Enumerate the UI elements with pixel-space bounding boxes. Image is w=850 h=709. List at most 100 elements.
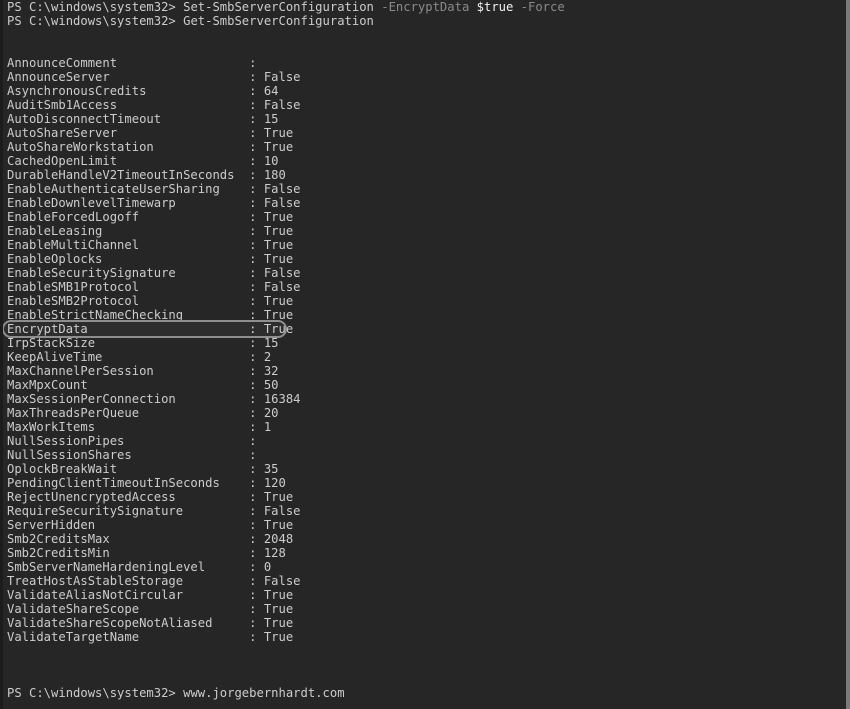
config-property-row: EnableDownlevelTimewarp : False — [3, 196, 846, 210]
property-value: False — [263, 196, 301, 210]
property-name: RequireSecuritySignature — [7, 504, 250, 518]
command-line-1: PS C:\windows\system32> Set-SmbServerCon… — [3, 0, 846, 14]
property-name: EnableLeasing — [7, 224, 250, 238]
property-value: True — [263, 518, 294, 532]
config-property-row: SmbServerNameHardeningLevel : 0 — [3, 560, 846, 574]
property-value: True — [263, 630, 294, 644]
config-property-row: EnableForcedLogoff : True — [3, 210, 846, 224]
property-separator: : — [249, 126, 264, 140]
property-separator: : — [249, 532, 264, 546]
property-value: 64 — [263, 84, 279, 98]
property-separator: : — [249, 196, 264, 210]
property-name: MaxSessionPerConnection — [7, 392, 250, 406]
property-name: AutoShareWorkstation — [7, 140, 250, 154]
command-parameter-encryptdata: -EncryptData — [381, 0, 470, 14]
property-separator: : — [249, 336, 264, 350]
config-property-row: KeepAliveTime : 2 — [3, 350, 846, 364]
property-value: True — [263, 294, 294, 308]
config-property-row: EnableSecuritySignature : False — [3, 266, 846, 280]
command-parameter-force: -Force — [520, 0, 565, 14]
property-value: True — [263, 224, 294, 238]
property-value: 15 — [263, 112, 279, 126]
property-name: ValidateTargetName — [7, 630, 250, 644]
property-value: False — [263, 70, 301, 84]
config-property-row: NullSessionShares : — [3, 448, 846, 462]
property-name: NullSessionShares — [7, 448, 250, 462]
property-name: ServerHidden — [7, 518, 250, 532]
prompt-text: PS C:\windows\system32> — [7, 686, 176, 700]
config-property-row: OplockBreakWait : 35 — [3, 462, 846, 476]
property-value: False — [263, 182, 301, 196]
property-value: False — [263, 504, 301, 518]
property-name: EnableSMB1Protocol — [7, 280, 250, 294]
config-property-row: Smb2CreditsMin : 128 — [3, 546, 846, 560]
config-property-row: EnableAuthenticateUserSharing : False — [3, 182, 846, 196]
property-separator: : — [249, 378, 264, 392]
config-property-row: CachedOpenLimit : 10 — [3, 154, 846, 168]
property-separator: : — [249, 70, 264, 84]
config-property-row: IrpStackSize : 15 — [3, 336, 846, 350]
config-property-row: EncryptData : True — [3, 322, 846, 336]
property-value: 20 — [263, 406, 279, 420]
property-value: 2048 — [263, 532, 294, 546]
property-separator: : — [249, 616, 264, 630]
property-value: True — [263, 308, 294, 322]
config-property-row: TreatHostAsStableStorage : False — [3, 574, 846, 588]
property-separator: : — [249, 210, 264, 224]
property-name: ValidateAliasNotCircular — [7, 588, 250, 602]
property-separator: : — [249, 168, 264, 182]
property-separator: : — [249, 84, 264, 98]
property-value: True — [263, 490, 294, 504]
property-value: 180 — [263, 168, 286, 182]
config-property-row: RejectUnencryptedAccess : True — [3, 490, 846, 504]
property-value: 10 — [263, 154, 279, 168]
powershell-console-window[interactable]: PS C:\windows\system32> Set-SmbServerCon… — [0, 0, 850, 709]
property-value: 15 — [263, 336, 279, 350]
config-property-row: AnnounceComment : — [3, 56, 846, 70]
property-name: MaxThreadsPerQueue — [7, 406, 250, 420]
property-separator: : — [249, 406, 264, 420]
property-name: ValidateShareScopeNotAliased — [7, 616, 250, 630]
property-separator: : — [249, 252, 264, 266]
property-name: CachedOpenLimit — [7, 154, 250, 168]
property-separator: : — [249, 182, 264, 196]
property-value: False — [263, 574, 301, 588]
config-property-row: ValidateShareScope : True — [3, 602, 846, 616]
property-separator: : — [249, 350, 264, 364]
property-separator: : — [249, 98, 264, 112]
property-separator: : — [249, 518, 264, 532]
property-name: RejectUnencryptedAccess — [7, 490, 250, 504]
property-name: AutoShareServer — [7, 126, 250, 140]
config-property-row: AsynchronousCredits : 64 — [3, 84, 846, 98]
property-value: True — [263, 140, 294, 154]
property-value: 2 — [263, 350, 272, 364]
config-property-row: MaxSessionPerConnection : 16384 — [3, 392, 846, 406]
property-name: EnableOplocks — [7, 252, 250, 266]
property-separator: : — [249, 560, 264, 574]
config-property-row: ServerHidden : True — [3, 518, 846, 532]
property-value: False — [263, 280, 301, 294]
property-value: False — [263, 98, 301, 112]
property-name: MaxMpxCount — [7, 378, 250, 392]
property-value: True — [263, 126, 294, 140]
config-property-row: Smb2CreditsMax : 2048 — [3, 532, 846, 546]
property-separator: : — [249, 238, 264, 252]
property-name: NullSessionPipes — [7, 434, 250, 448]
config-property-row: NullSessionPipes : — [3, 434, 846, 448]
property-name: EnableForcedLogoff — [7, 210, 250, 224]
config-property-row: AutoShareServer : True — [3, 126, 846, 140]
property-name: KeepAliveTime — [7, 350, 250, 364]
smb-configuration-output: AnnounceComment : AnnounceServer : False… — [3, 56, 846, 644]
config-property-row: MaxThreadsPerQueue : 20 — [3, 406, 846, 420]
property-separator: : — [249, 140, 264, 154]
property-value: True — [263, 616, 294, 630]
config-property-row: EnableSMB1Protocol : False — [3, 280, 846, 294]
property-separator: : — [249, 448, 264, 462]
property-name: AsynchronousCredits — [7, 84, 250, 98]
property-separator: : — [249, 154, 264, 168]
